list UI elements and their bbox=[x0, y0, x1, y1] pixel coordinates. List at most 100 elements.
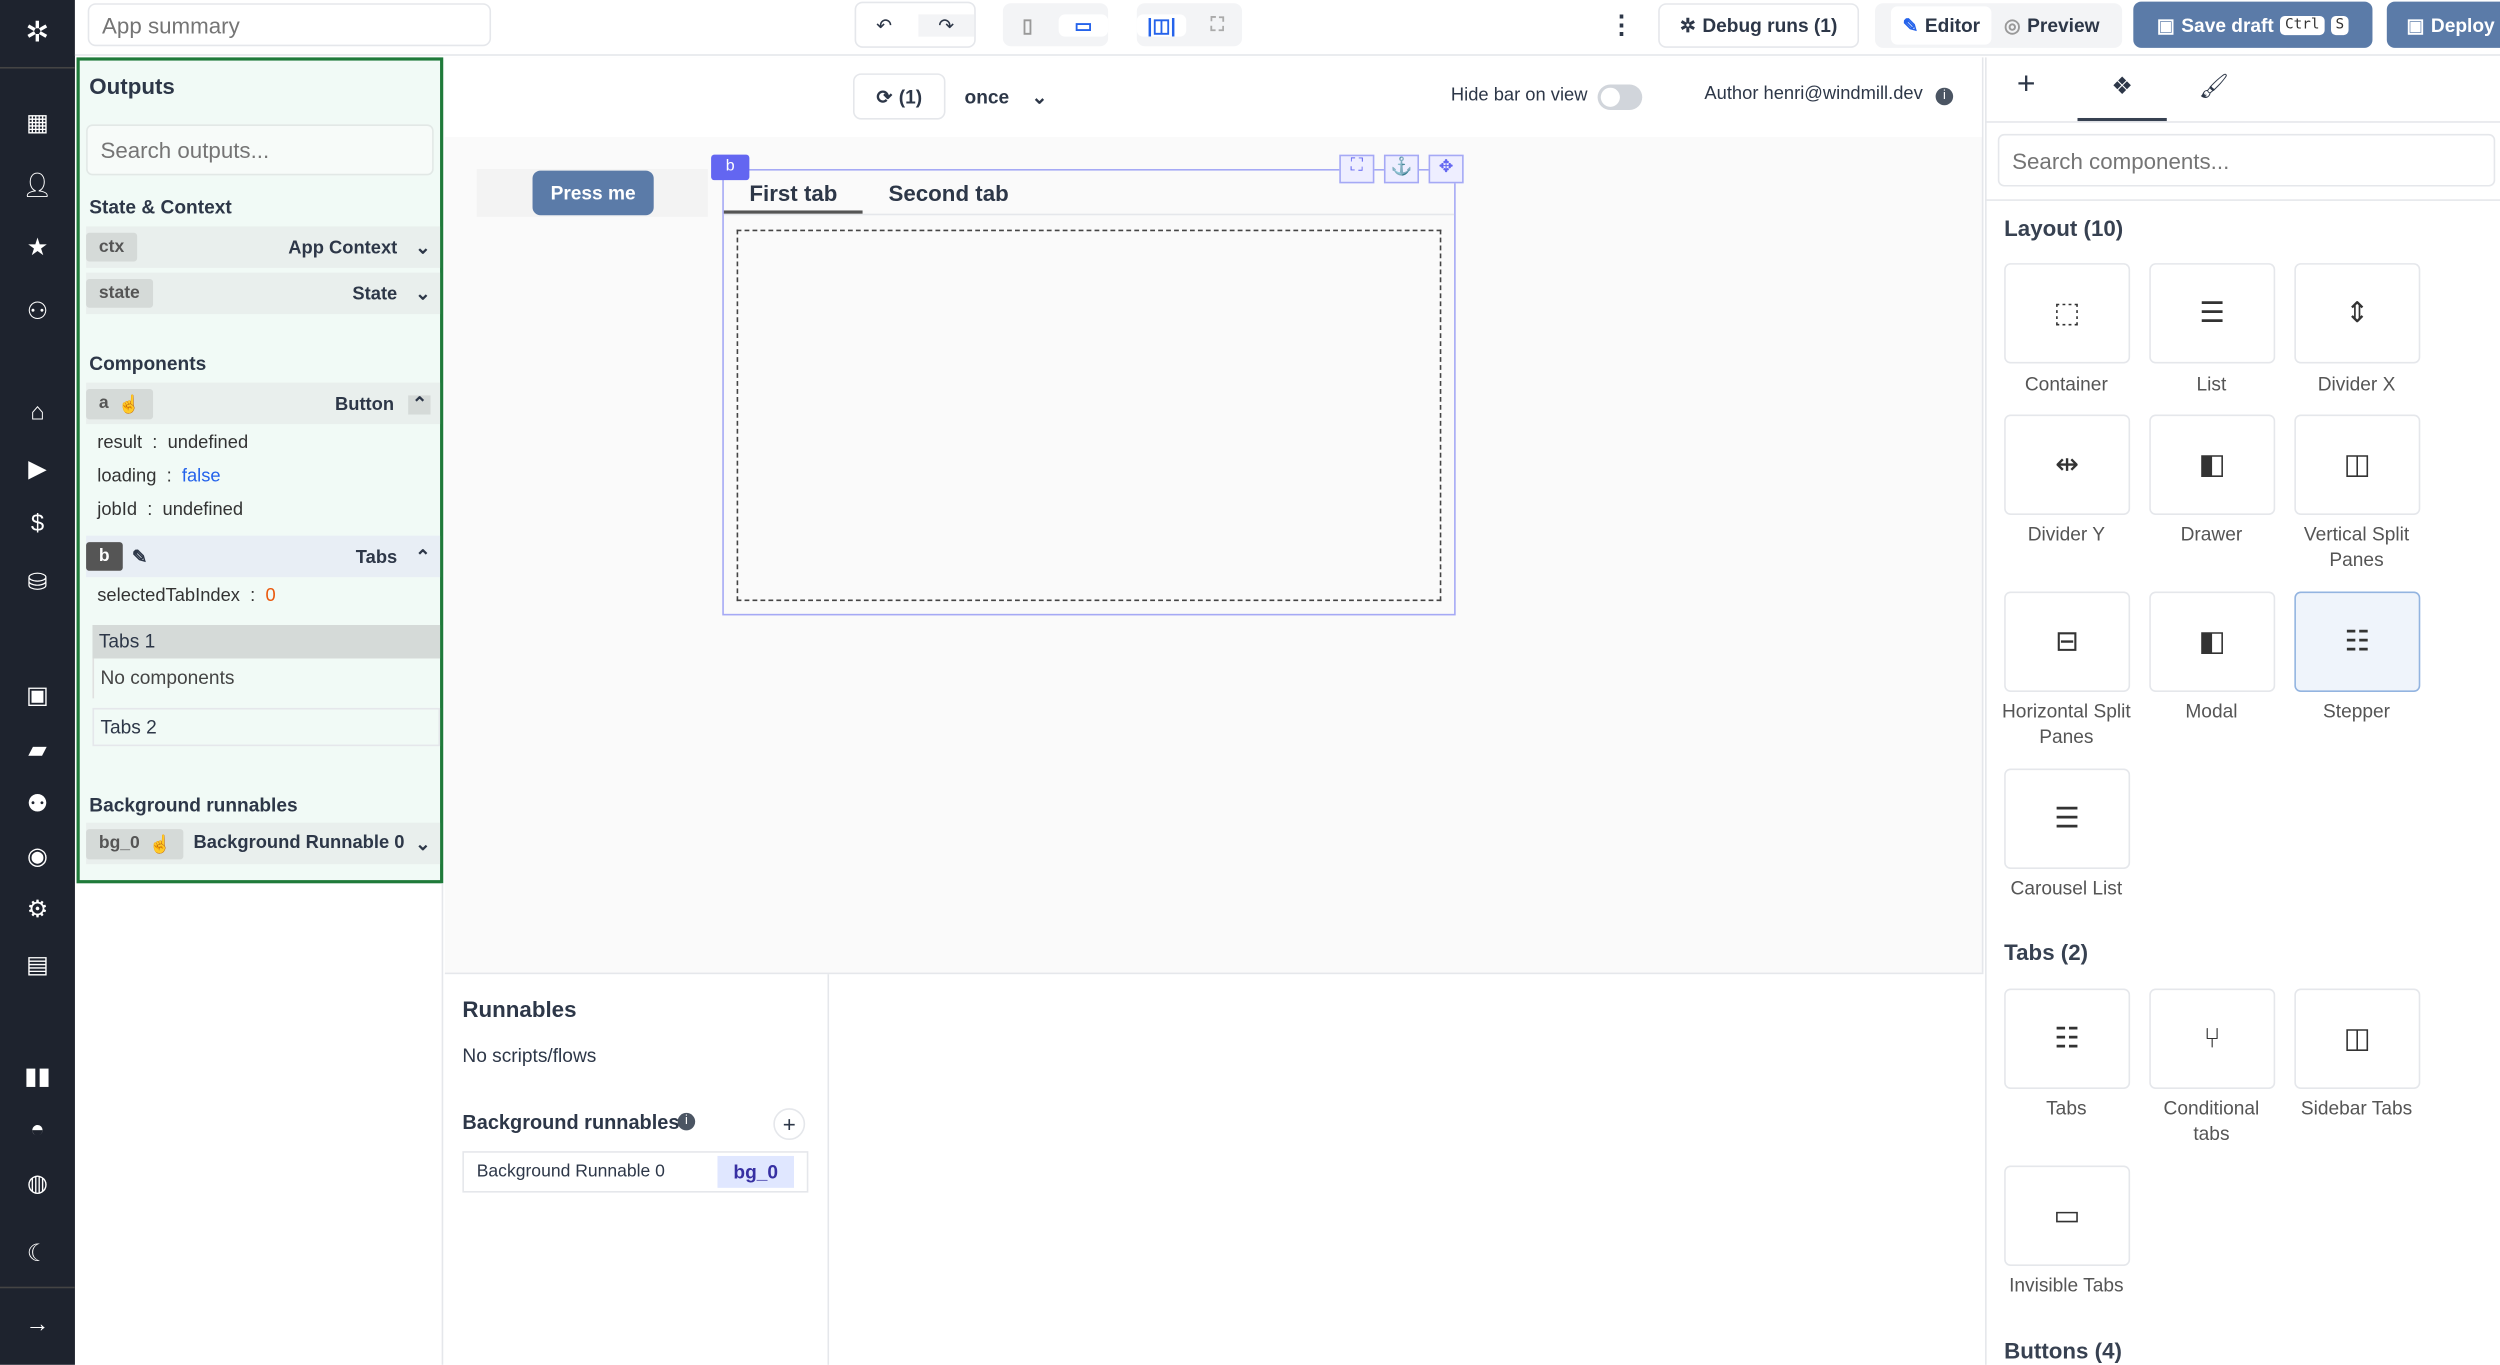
moon-icon[interactable]: ☾ bbox=[0, 1239, 75, 1267]
tabs-card[interactable]: ☷ bbox=[2004, 988, 2131, 1089]
chevron-down-icon: ⌄ bbox=[415, 239, 431, 259]
tab-second[interactable]: Second tab bbox=[863, 171, 1034, 214]
list-card[interactable]: ☰ bbox=[2149, 263, 2276, 364]
save-icon: ▣ bbox=[2406, 13, 2425, 36]
add-tab-plus-icon[interactable]: + bbox=[2017, 67, 2036, 104]
refresh-button[interactable]: ⟳ (1) bbox=[853, 73, 946, 120]
split-arrow-icon: ⑂ bbox=[2203, 1022, 2221, 1054]
play-icon[interactable]: ▶ bbox=[0, 454, 75, 483]
frequency-select[interactable]: once ⌄ bbox=[955, 73, 1057, 119]
desktop-view-icon[interactable]: ▭ bbox=[1058, 13, 1109, 36]
vertical-split-icon: ◫ bbox=[2343, 448, 2371, 480]
dollar-icon[interactable]: $ bbox=[0, 510, 75, 537]
chevron-up-icon: ⌃ bbox=[415, 548, 431, 568]
modal-icon: ◧ bbox=[2198, 625, 2226, 657]
sidebar-tabs-card[interactable]: ◫ bbox=[2294, 988, 2421, 1089]
tabs-2-header[interactable]: Tabs 2 bbox=[92, 707, 441, 747]
carousel-list-card[interactable]: ☰ bbox=[2004, 768, 2131, 869]
book-icon[interactable]: ▮▮ bbox=[0, 1062, 75, 1090]
deploy-button[interactable]: ▣ Deploy bbox=[2386, 1, 2500, 48]
tabs-component[interactable]: b ⛶ ⚓ ✥ First tab Second tab bbox=[711, 154, 1464, 616]
vertical-split-card[interactable]: ◫ bbox=[2294, 414, 2421, 515]
invisible-tabs-card[interactable]: ▭ bbox=[2004, 1165, 2131, 1266]
undo-icon[interactable]: ↶ bbox=[856, 14, 912, 36]
output-field: selectedTabIndex : 0 bbox=[97, 586, 276, 606]
state-row[interactable]: state State ⌄ bbox=[86, 272, 441, 315]
invisible-tabs-icon: ▭ bbox=[2053, 1198, 2081, 1231]
debug-runs-button[interactable]: ✲ Debug runs (1) bbox=[1658, 3, 1860, 48]
press-me-button[interactable]: Press me bbox=[532, 170, 654, 216]
container-card[interactable]: ⬚ bbox=[2004, 263, 2131, 364]
github-icon[interactable]: ◍ bbox=[0, 1169, 75, 1197]
bug-icon: ✲ bbox=[1679, 14, 1696, 37]
stepper-card[interactable]: ☷ bbox=[2294, 591, 2421, 692]
modal-card[interactable]: ◧ bbox=[2149, 591, 2276, 692]
mobile-view-icon[interactable]: ▯ bbox=[1003, 14, 1052, 36]
bot-icon[interactable]: ▤ bbox=[0, 950, 75, 979]
redo-icon[interactable]: ↷ bbox=[918, 13, 975, 36]
tab-content-dropzone bbox=[736, 229, 1442, 602]
info-icon[interactable]: i bbox=[677, 1112, 696, 1131]
chevron-up-icon[interactable]: ⌃ bbox=[408, 395, 431, 415]
divider-y-card[interactable]: ⇹ bbox=[2004, 414, 2131, 515]
apps-icon[interactable]: ▦ bbox=[0, 108, 75, 137]
bg-runnable-item[interactable]: Background Runnable 0 bg_0 bbox=[462, 1151, 809, 1193]
more-menu-icon[interactable]: ⋮ bbox=[1609, 10, 1635, 42]
output-field: result : undefined bbox=[97, 433, 249, 453]
preview-tab[interactable]: ◎ Preview bbox=[1998, 6, 2106, 44]
horizontal-split-icon: ⊟ bbox=[2055, 625, 2080, 657]
conditional-tabs-card[interactable]: ⑂ bbox=[2149, 988, 2276, 1089]
folder-icon[interactable]: ▰ bbox=[0, 735, 75, 764]
fullscreen-icon[interactable]: ⛶ bbox=[1193, 13, 1242, 37]
ctx-row[interactable]: ctx App Context ⌄ bbox=[86, 226, 441, 268]
editor-tab[interactable]: ✎ Editor bbox=[1891, 6, 1992, 45]
component-b-row[interactable]: b ✎ Tabs ⌃ bbox=[86, 535, 441, 578]
tab-first[interactable]: First tab bbox=[723, 171, 863, 214]
gear-icon[interactable]: ⚙ bbox=[0, 894, 75, 923]
resources-icon[interactable]: ⛁ bbox=[0, 568, 75, 596]
drawer-icon: ◧ bbox=[2198, 448, 2226, 480]
windmill-logo-icon[interactable]: ✲ bbox=[0, 16, 75, 49]
outputs-panel: Outputs State & Context ctxApp Context ⌄… bbox=[76, 57, 444, 884]
chevron-down-icon: ⌄ bbox=[415, 835, 431, 855]
stepper-icon: ☷ bbox=[2344, 625, 2371, 657]
divider-x-card[interactable]: ⇕ bbox=[2294, 263, 2421, 364]
save-draft-button[interactable]: ▣ Save draft Ctrl S bbox=[2133, 1, 2373, 48]
component-a-row[interactable]: a ☝ Button ⌃ bbox=[86, 382, 441, 425]
home-icon[interactable]: ⌂ bbox=[0, 399, 75, 426]
horizontal-split-card[interactable]: ⊟ bbox=[2004, 591, 2131, 692]
groups-icon[interactable]: ⚉ bbox=[0, 789, 75, 818]
app-canvas: ⟳ (1) once ⌄ Hide bar on view Author henri… bbox=[444, 57, 1984, 973]
paintbrush-icon[interactable]: 🖌︎ bbox=[2199, 72, 2229, 100]
hide-bar-toggle[interactable] bbox=[1597, 84, 1643, 111]
users-icon[interactable]: ⚇ bbox=[0, 297, 75, 325]
list-icon: ☰ bbox=[2199, 296, 2226, 329]
fit-width-icon[interactable]: |◫| bbox=[1136, 13, 1187, 36]
sidebar-tabs-icon: ◫ bbox=[2343, 1022, 2371, 1054]
calendar-icon[interactable]: ▣ bbox=[0, 681, 75, 709]
tabs-1-header[interactable]: Tabs 1 bbox=[92, 625, 441, 659]
components-tab-icon[interactable]: ❖ bbox=[2077, 57, 2167, 122]
drawer-card[interactable]: ◧ bbox=[2149, 414, 2276, 515]
bg-runnable-row[interactable]: bg_0 ☝ Background Runnable 0 ⌄ bbox=[86, 822, 441, 865]
outputs-title: Outputs bbox=[89, 73, 175, 99]
canvas-header: ⟳ (1) once ⌄ Hide bar on view Author henri… bbox=[444, 57, 1982, 138]
discord-icon[interactable]: ◓ bbox=[0, 1116, 75, 1143]
pencil-icon: ✎ bbox=[1902, 14, 1919, 37]
eye-icon[interactable]: ◉ bbox=[0, 842, 75, 870]
output-field: jobId : undefined bbox=[97, 500, 244, 520]
pencil-icon[interactable]: ✎ bbox=[132, 545, 147, 567]
star-icon[interactable]: ★ bbox=[0, 233, 75, 261]
refresh-icon: ⟳ bbox=[876, 85, 893, 108]
tabs-icon: ☷ bbox=[2054, 1022, 2080, 1054]
search-components-input[interactable] bbox=[1997, 133, 2496, 187]
expand-arrow-icon[interactable]: → bbox=[0, 1311, 75, 1338]
user-icon[interactable]: 👤︎ bbox=[0, 171, 75, 199]
divider-x-icon: ⇕ bbox=[2345, 296, 2370, 329]
info-icon[interactable]: i bbox=[1935, 87, 1954, 106]
top-bar: ↶ ↷ ▯ ▭ |◫| ⛶ ⋮ ✲Debug runs (1) ✎Editor ◎Pr… bbox=[74, 0, 2500, 56]
add-bg-runnable-button[interactable]: + bbox=[773, 1108, 806, 1140]
search-outputs-input[interactable] bbox=[86, 124, 434, 176]
hand-pointer-icon: ☝ bbox=[118, 394, 141, 414]
app-summary-input[interactable] bbox=[87, 3, 492, 47]
